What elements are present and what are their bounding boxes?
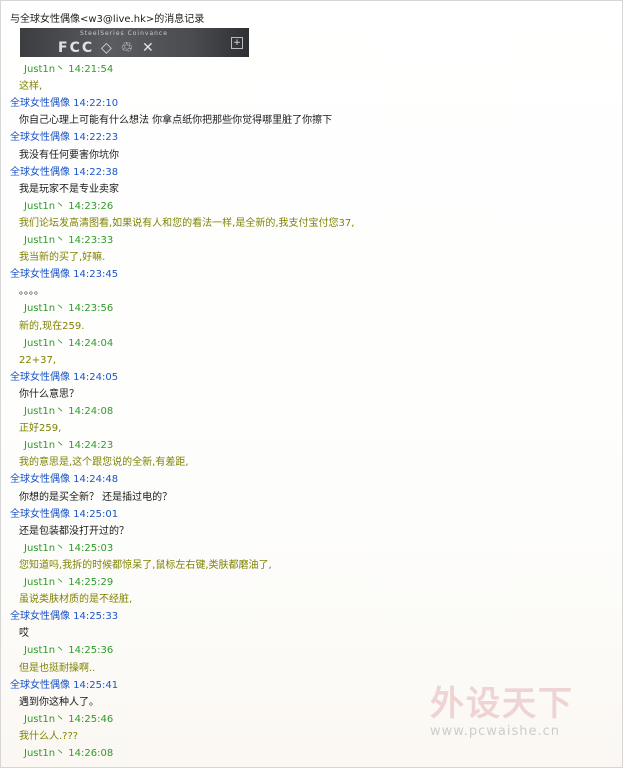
message-text: 新的,现在259. [19, 320, 85, 332]
message-header: Just1n丶 14:24:04 [24, 337, 114, 349]
message-text: 。。。。 [19, 286, 44, 298]
watermark-logo: 外设天下 [430, 684, 574, 724]
message-text: 我什么人.??? [19, 730, 79, 742]
message-header: Just1n丶 14:24:23 [24, 440, 114, 452]
message-text: 正好259, [19, 423, 62, 435]
message-text: 我当新的买了,好嘛. [19, 252, 106, 264]
message-text: 虽说类肤材质的是不经脏, [19, 594, 133, 606]
message-header: Just1n丶 14:26:08 [24, 748, 114, 759]
message-text: 你自己心理上可能有什么想法 你拿点纸你把那些你觉得哪里脏了你擦下 [19, 115, 333, 127]
message-text: 22+37, [19, 354, 57, 366]
message-header: Just1n丶 14:24:08 [24, 406, 114, 417]
message-header: Just1n丶 14:21:54 [24, 64, 114, 75]
message-header: 全球女性偶像 14:25:41 [10, 679, 119, 691]
message-text: 你什么意思？ [19, 388, 79, 400]
watermark: 外设天下 www.pcwaishe.cn [428, 676, 608, 746]
message-header: Just1n丶 14:23:33 [24, 235, 114, 246]
message-text: 我是玩家不是专业卖家 [19, 183, 119, 195]
message-text: 哎 [19, 628, 29, 640]
message-header: 全球女性偶像 14:24:05 [10, 371, 119, 383]
message-text: 但是也挺耐操啊.. [19, 662, 96, 674]
message-header: Just1n丶 14:23:56 [24, 303, 114, 315]
message-text: 我没有任何要害你坑你 [19, 149, 119, 161]
message-header: 全球女性偶像 14:25:01 [10, 508, 119, 520]
message-text: 你想的是买全新？ 还是插过电的？ [19, 491, 173, 503]
message-text: 我的意思是,这个跟您说的全新,有差距, [19, 457, 189, 469]
message-text: 您知道吗,我拆的时候都惊呆了,鼠标左右键,类肤都磨油了, [19, 559, 272, 571]
message-text: 遇到你这种人了。 [19, 696, 99, 708]
message-text: 这样, [19, 81, 43, 93]
message-text: 还是包装都没打开过的？ [19, 525, 129, 537]
watermark-url: www.pcwaishe.cn [430, 724, 560, 739]
message-header: Just1n丶 14:25:29 [24, 577, 114, 588]
message-header: 全球女性偶像 14:22:10 [10, 98, 119, 110]
message-header: Just1n丶 14:23:26 [24, 200, 114, 212]
message-header: 全球女性偶像 14:22:23 [10, 132, 119, 144]
message-header: 全球女性偶像 14:24:48 [10, 474, 119, 486]
message-header: Just1n丶 14:25:36 [24, 645, 114, 657]
message-text: 我们论坛发高清图看,如果说有人和您的看法一样,是全新的,我支付宝付您37, [19, 217, 355, 229]
message-header: 全球女性偶像 14:25:33 [10, 611, 119, 623]
message-header: Just1n丶 14:25:46 [24, 713, 114, 725]
message-header: 全球女性偶像 14:23:45 [10, 269, 119, 281]
message-header: 全球女性偶像 14:22:38 [10, 166, 119, 178]
message-header: Just1n丶 14:25:03 [24, 542, 114, 554]
message-log: Just1n丶 14:21:54 这样, 全球女性偶像 14:22:10 你自己心理上… [0, 0, 623, 768]
